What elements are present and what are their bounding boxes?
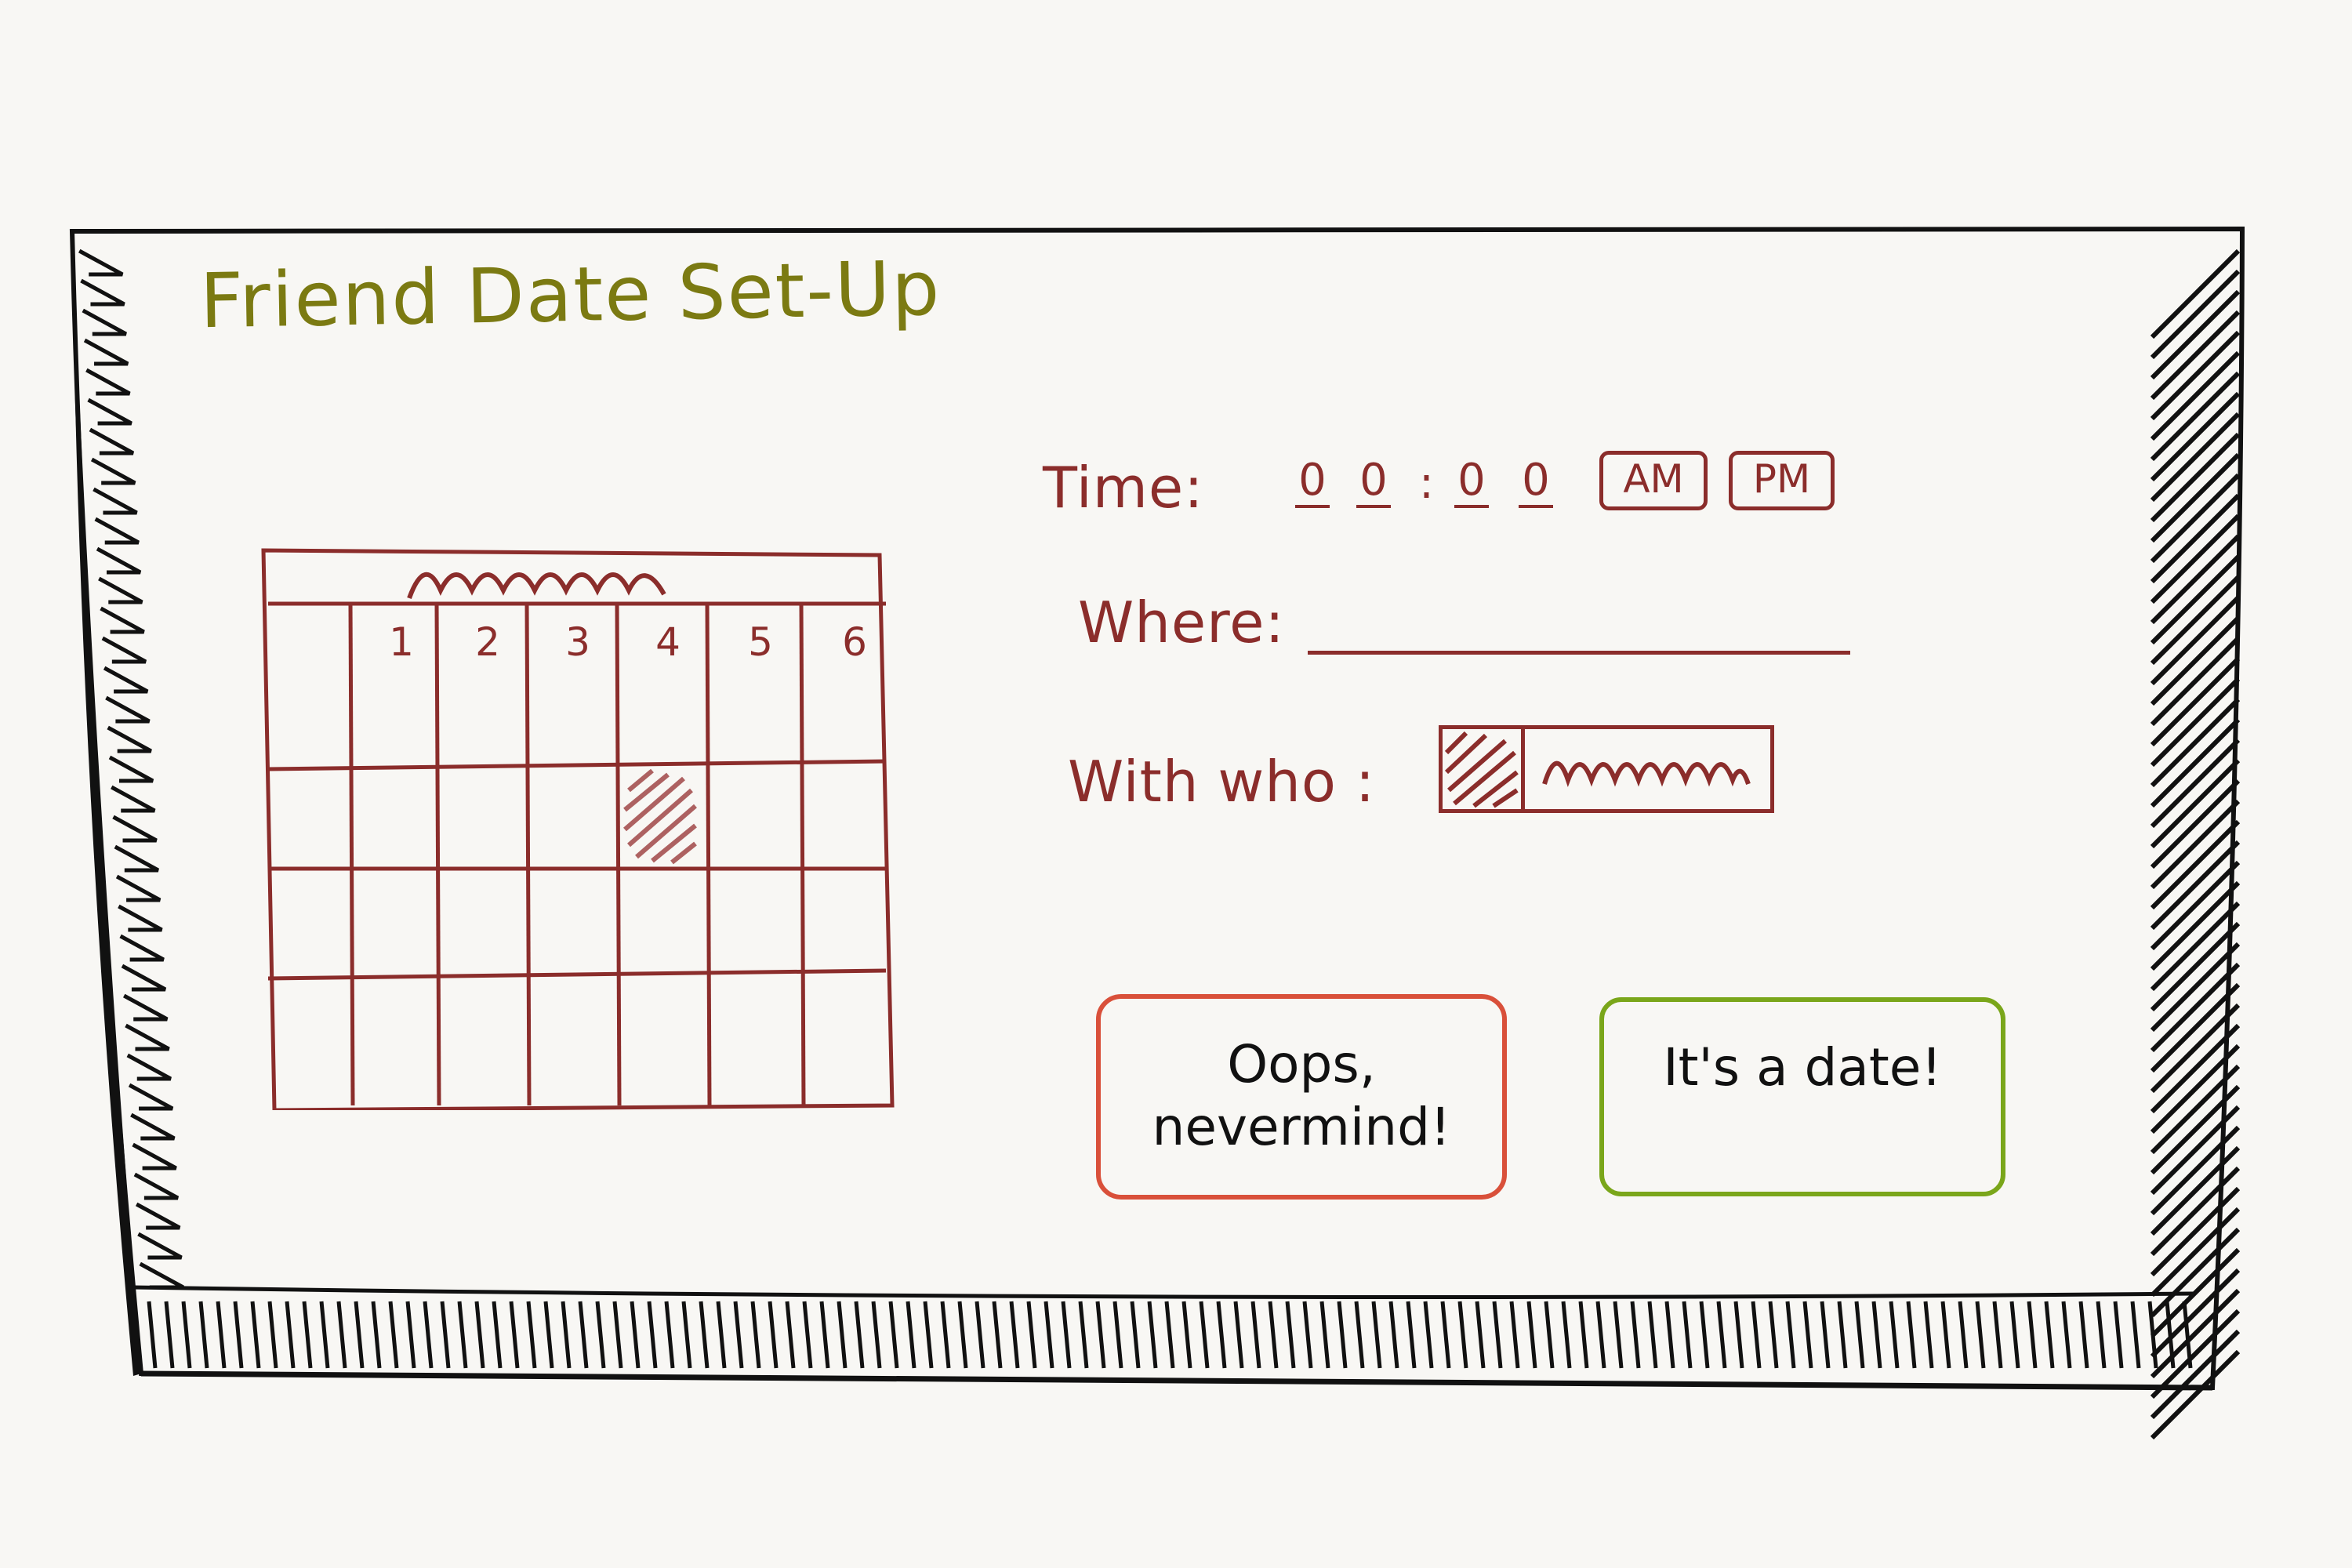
hour-tens-field[interactable]: 0 [1295, 456, 1330, 508]
with-who-label: With who : [1068, 749, 1376, 815]
confirm-button[interactable]: It's a date! [1599, 997, 2005, 1196]
hour-ones-field[interactable]: 0 [1356, 456, 1391, 508]
time-label: Time: [1043, 455, 1204, 521]
day-header-3: 3 [565, 619, 590, 665]
where-input[interactable] [1308, 612, 1850, 655]
day-header-6: 6 [842, 619, 867, 665]
cancel-button[interactable]: Oops, nevermind! [1096, 994, 1507, 1200]
day-header-1: 1 [389, 619, 414, 665]
minute-ones-field[interactable]: 0 [1519, 456, 1553, 508]
friend-picker[interactable] [1439, 725, 1774, 813]
pm-button[interactable]: PM [1729, 451, 1835, 510]
where-label: Where: [1078, 590, 1285, 655]
selected-day-hatch-icon [623, 768, 697, 865]
month-scribble-icon [407, 572, 666, 600]
day-header-2: 2 [475, 619, 500, 665]
day-header-4: 4 [655, 619, 681, 665]
calendar[interactable]: 1 2 3 4 5 6 [260, 541, 903, 1110]
friend-avatar [1443, 729, 1525, 809]
am-button[interactable]: AM [1599, 451, 1708, 510]
selected-day-cell[interactable] [621, 767, 707, 869]
hatched-avatar-icon [1444, 731, 1519, 808]
window-title: Friend Date Set-Up [199, 244, 942, 346]
day-header-5: 5 [748, 619, 773, 665]
friend-name-scribble-icon [1542, 760, 1751, 787]
minute-tens-field[interactable]: 0 [1454, 456, 1489, 508]
time-separator: : [1419, 458, 1434, 509]
